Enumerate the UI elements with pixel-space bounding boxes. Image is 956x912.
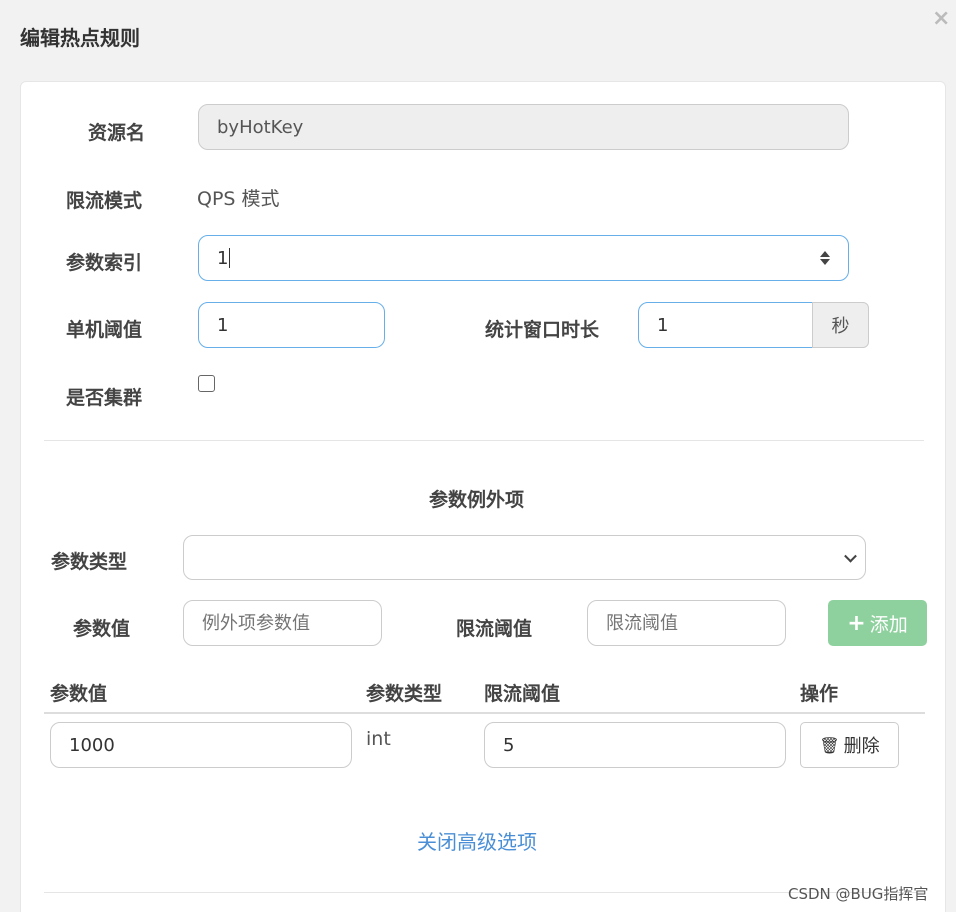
cluster-checkbox[interactable] bbox=[198, 375, 215, 392]
resource-name-input: byHotKey bbox=[198, 104, 849, 150]
threshold-value: 1 bbox=[217, 314, 229, 336]
exception-value-input[interactable] bbox=[183, 600, 382, 646]
chevron-down-icon bbox=[844, 549, 857, 563]
text-caret bbox=[229, 248, 231, 268]
rule-form-panel: 资源名 byHotKey 限流模式 QPS 模式 参数索引 1 单机阈值 1 统… bbox=[20, 81, 946, 912]
th-limit: 限流阈值 bbox=[484, 683, 561, 705]
resource-name-value: byHotKey bbox=[217, 116, 304, 138]
window-label: 统计窗口时长 bbox=[485, 319, 600, 341]
watermark: CSDN @BUG指挥官 bbox=[788, 885, 929, 903]
table-header-border bbox=[44, 712, 925, 714]
param-index-input[interactable]: 1 bbox=[198, 235, 849, 281]
row-limit: 5 bbox=[503, 734, 515, 756]
limit-label: 限流阈值 bbox=[456, 618, 533, 640]
param-index-value: 1 bbox=[217, 247, 229, 269]
spinner-icon[interactable] bbox=[820, 251, 830, 265]
param-index-label: 参数索引 bbox=[66, 252, 143, 274]
param-type-select[interactable] bbox=[183, 535, 866, 580]
param-type-label: 参数类型 bbox=[51, 551, 128, 573]
delete-button[interactable]: 🗑 删除 bbox=[800, 722, 899, 768]
section-divider bbox=[44, 440, 924, 441]
mode-value: QPS 模式 bbox=[197, 188, 280, 210]
window-value: 1 bbox=[657, 314, 669, 336]
modal-title: 编辑热点规则 bbox=[20, 26, 140, 50]
row-type: int bbox=[366, 728, 391, 750]
exceptions-title: 参数例外项 bbox=[429, 489, 525, 511]
mode-label: 限流模式 bbox=[66, 190, 143, 212]
threshold-input[interactable]: 1 bbox=[198, 302, 385, 348]
close-icon[interactable]: × bbox=[932, 6, 950, 31]
row-limit-input[interactable]: 5 bbox=[484, 722, 786, 768]
th-param-value: 参数值 bbox=[50, 683, 108, 705]
th-action: 操作 bbox=[800, 683, 839, 705]
row-value: 1000 bbox=[69, 734, 115, 756]
add-button-label: 添加 bbox=[869, 613, 908, 636]
limit-input[interactable] bbox=[587, 600, 786, 646]
th-param-type: 参数类型 bbox=[366, 683, 443, 705]
row-value-input[interactable]: 1000 bbox=[50, 722, 352, 768]
delete-button-label: 删除 bbox=[843, 736, 880, 757]
spinner-down-icon[interactable] bbox=[820, 259, 830, 265]
add-button[interactable]: + 添加 bbox=[828, 600, 927, 646]
window-input[interactable]: 1 bbox=[638, 302, 813, 348]
trash-icon: 🗑 bbox=[819, 735, 840, 755]
spinner-up-icon[interactable] bbox=[820, 251, 830, 257]
close-advanced-link[interactable]: 关闭高级选项 bbox=[417, 826, 537, 855]
threshold-label: 单机阈值 bbox=[66, 319, 143, 341]
window-unit-addon: 秒 bbox=[812, 302, 869, 348]
plus-icon: + bbox=[847, 610, 866, 636]
cluster-label: 是否集群 bbox=[66, 387, 143, 409]
resource-label: 资源名 bbox=[88, 122, 146, 144]
exception-value-label: 参数值 bbox=[73, 618, 131, 640]
